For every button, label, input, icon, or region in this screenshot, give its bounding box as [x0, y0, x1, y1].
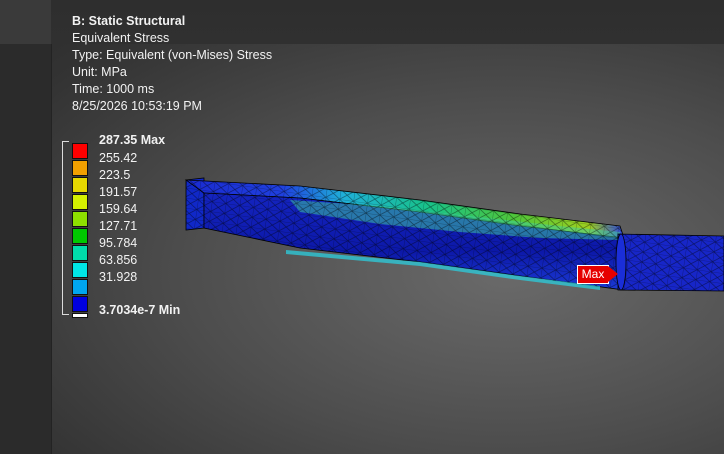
legend-swatch — [72, 177, 88, 193]
legend-level-label: 223.5 — [99, 168, 131, 182]
legend-level-label: 255.42 — [99, 151, 138, 165]
result-title: B: Static Structural — [72, 14, 186, 28]
legend-max-label: 287.35 Max — [99, 133, 166, 147]
legend-swatch — [72, 211, 88, 227]
result-type: Type: Equivalent (von-Mises) Stress — [72, 48, 273, 62]
color-legend[interactable]: 287.35 Max 255.42 223.5 191.57 159.64 127.71 9… — [60, 133, 260, 323]
result-timestamp: 8/25/2026 10:53:19 PM — [72, 99, 202, 113]
legend-swatch — [72, 194, 88, 210]
legend-level-label: 127.71 — [99, 219, 138, 233]
legend-swatch — [72, 160, 88, 176]
result-info: B: Static Structural Equivalent Stress T… — [72, 13, 272, 115]
legend-level-label: 63.856 — [99, 253, 138, 267]
legend-swatch — [72, 296, 88, 312]
legend-min-label: 3.7034e-7 Min — [99, 303, 181, 317]
legend-swatch — [72, 262, 88, 278]
legend-swatch — [72, 279, 88, 295]
result-unit: Unit: MPa — [72, 65, 127, 79]
result-time: Time: 1000 ms — [72, 82, 155, 96]
legend-swatch — [72, 228, 88, 244]
legend-level-label: 31.928 — [99, 270, 138, 284]
result-name: Equivalent Stress — [72, 31, 170, 45]
legend-bracket — [62, 141, 69, 315]
max-probe-pointer — [608, 266, 618, 282]
max-probe-label: Max — [577, 265, 609, 284]
legend-level-label: 191.57 — [99, 185, 138, 199]
beam-mesh — [184, 177, 724, 292]
legend-swatch-bottom — [72, 313, 88, 318]
legend-level-label: 95.784 — [99, 236, 138, 250]
legend-level-label: 159.64 — [99, 202, 138, 216]
legend-swatch — [72, 143, 88, 159]
legend-swatch — [72, 245, 88, 261]
